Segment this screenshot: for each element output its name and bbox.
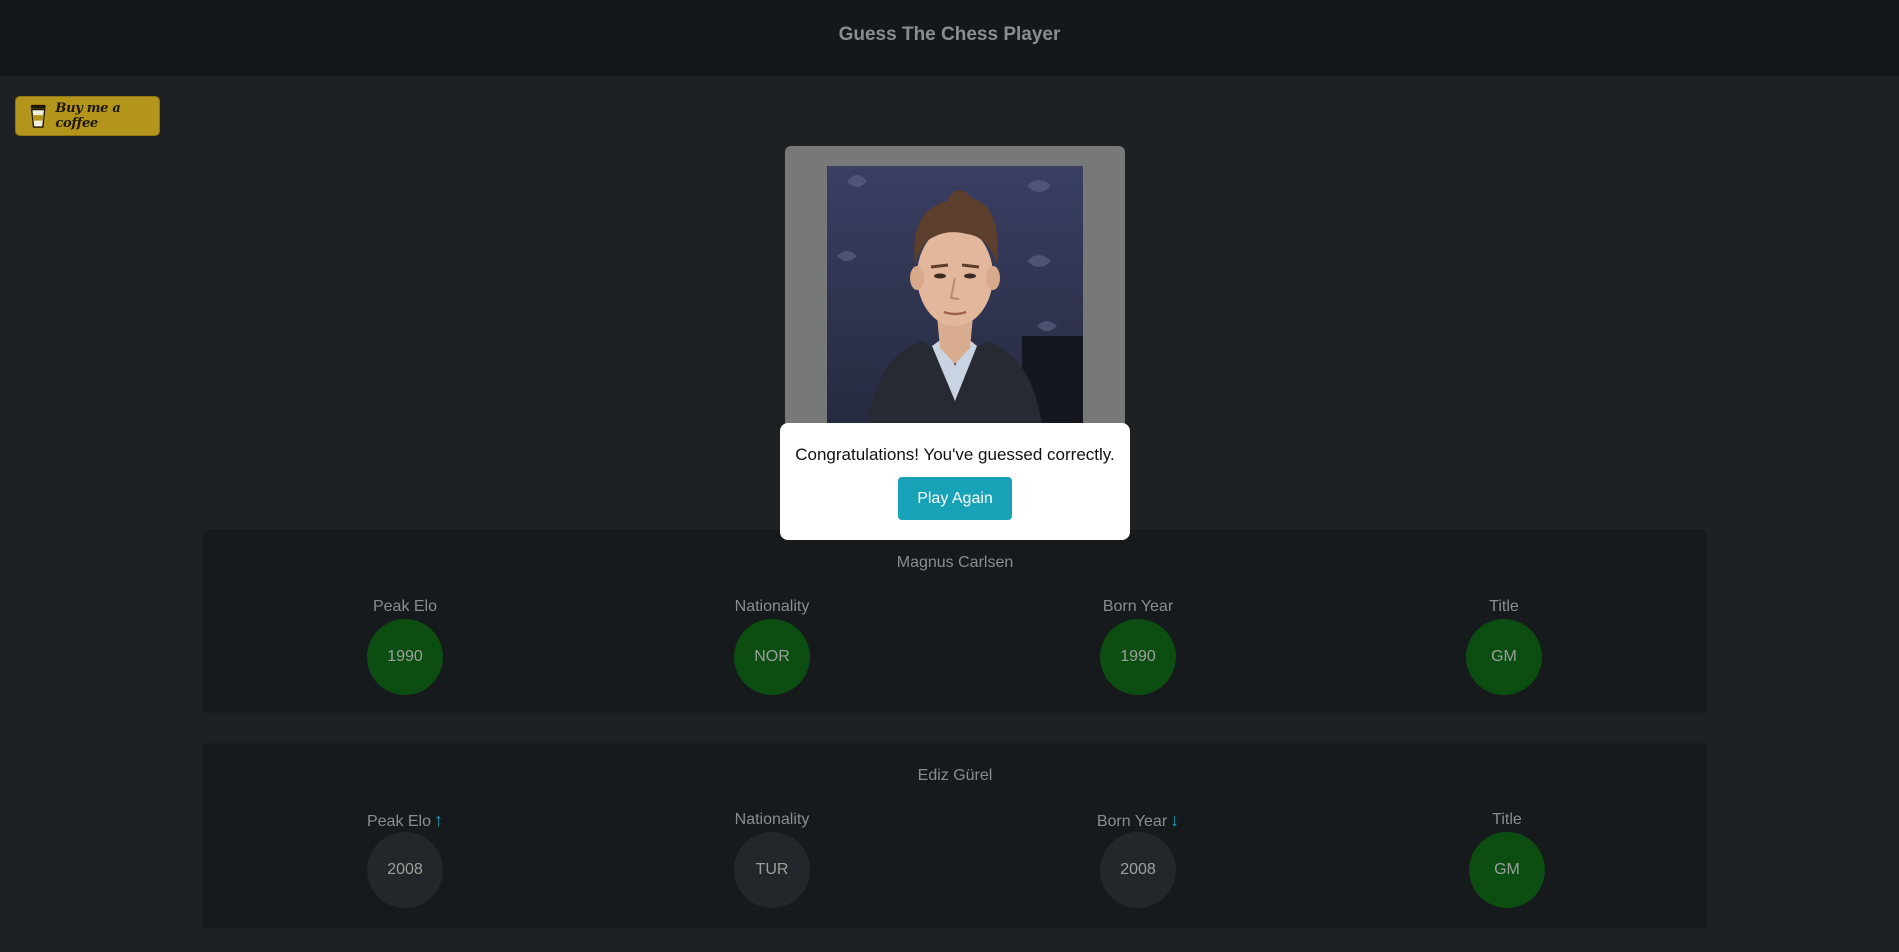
guess-row-1: Magnus Carlsen Peak Elo 1990 Nationality… — [203, 530, 1707, 713]
attr-value-circle: 2008 — [1100, 832, 1176, 908]
coffee-button-label: Buy me a coffee — [55, 101, 121, 131]
attr-value-circle: TUR — [734, 832, 810, 908]
play-again-button[interactable]: Play Again — [898, 477, 1012, 520]
attr-label: Title — [1489, 598, 1519, 615]
attr-peak-elo: Peak Elo 1990 — [305, 597, 505, 695]
success-modal: Congratulations! You've guessed correctl… — [780, 423, 1130, 540]
buy-me-a-coffee-button[interactable]: Buy me a coffee — [15, 96, 160, 136]
attr-label: Nationality — [734, 598, 810, 615]
attr-value-circle: GM — [1466, 619, 1542, 695]
player-photo — [827, 166, 1083, 426]
attr-label: Title — [1492, 811, 1522, 828]
attr-label: Nationality — [734, 811, 810, 828]
attr-label-row: Born Year ↓ — [1038, 810, 1238, 830]
attr-born-year: Born Year 1990 — [1038, 597, 1238, 695]
attr-title: Title GM — [1404, 597, 1604, 695]
top-navbar: Guess The Chess Player — [0, 0, 1899, 76]
guess-player-name: Magnus Carlsen — [896, 554, 1014, 571]
attr-value-circle: 1990 — [367, 619, 443, 695]
attr-label: Born Year — [1096, 813, 1168, 830]
attr-value-circle: 2008 — [367, 832, 443, 908]
attr-title: Title GM — [1407, 810, 1607, 908]
attr-nationality: Nationality TUR — [672, 810, 872, 908]
arrow-up-icon: ↑ — [434, 810, 444, 830]
attr-label: Peak Elo — [366, 813, 432, 830]
player-portrait-image — [827, 166, 1083, 426]
arrow-down-icon: ↓ — [1170, 810, 1180, 830]
attr-peak-elo: Peak Elo ↑ 2008 — [305, 810, 505, 908]
attr-nationality: Nationality NOR — [672, 597, 872, 695]
success-message: Congratulations! You've guessed correctl… — [795, 445, 1115, 464]
attr-label-row: Peak Elo ↑ — [305, 810, 505, 830]
app-title: Guess The Chess Player — [838, 24, 1061, 45]
attr-value-circle: 1990 — [1100, 619, 1176, 695]
attr-value-circle: GM — [1469, 832, 1545, 908]
player-photo-card — [785, 146, 1125, 446]
guess-row-2: Ediz Gürel Peak Elo ↑ 2008 Nationality TU… — [203, 743, 1707, 928]
attr-born-year: Born Year ↓ 2008 — [1038, 810, 1238, 908]
coffee-cup-icon — [30, 104, 46, 128]
attr-label: Born Year — [1102, 598, 1174, 615]
attr-label: Peak Elo — [372, 598, 438, 615]
attr-value-circle: NOR — [734, 619, 810, 695]
guess-player-name: Ediz Gürel — [917, 767, 993, 784]
